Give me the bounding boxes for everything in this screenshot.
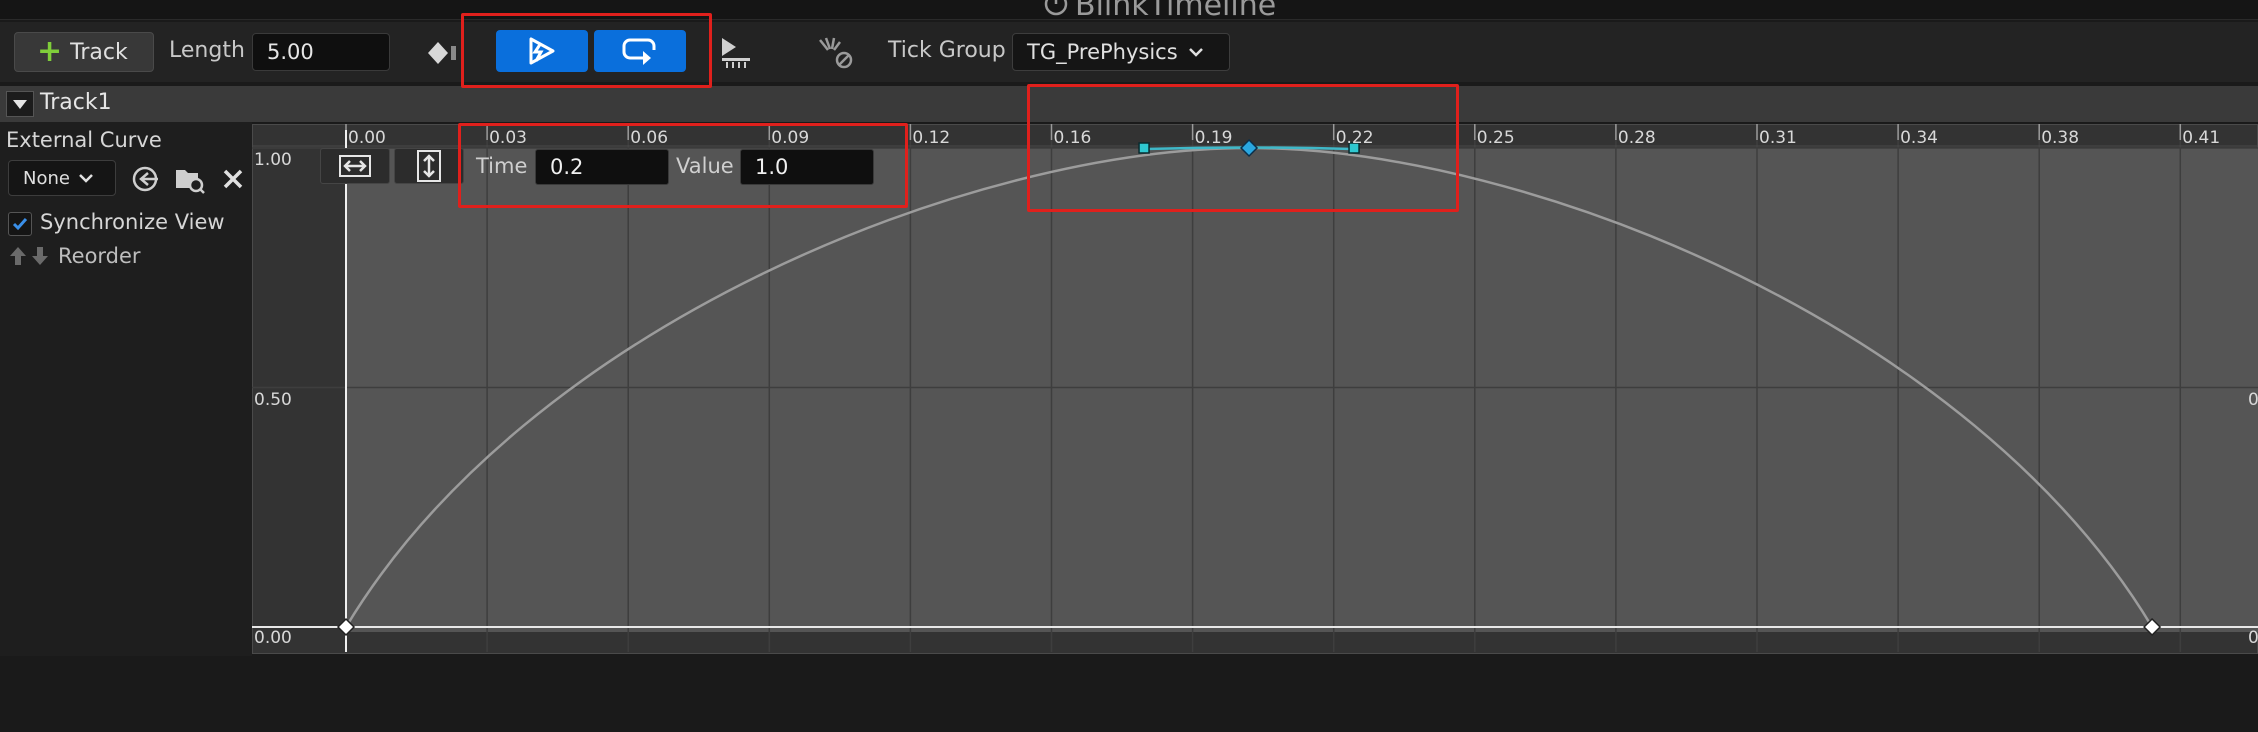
- empty-bottom-area: [0, 656, 2258, 732]
- key-time-label: Time: [476, 154, 528, 178]
- curve-key: [336, 617, 356, 637]
- x-tick-label: 0.28: [1617, 128, 1656, 148]
- right-y-label-bottom: 0: [2248, 628, 2258, 648]
- key-value-label: Value: [676, 154, 734, 178]
- curve-graph-canvas[interactable]: [0, 0, 2258, 732]
- x-tick-label: 0.12: [912, 128, 951, 148]
- x-tick-label: 0.03: [489, 128, 527, 148]
- zoom-to-fit-vertical-button[interactable]: [394, 148, 464, 184]
- x-tick-label: 0.19: [1194, 128, 1233, 148]
- x-tick-label: 0.22: [1335, 128, 1374, 148]
- key-value-input[interactable]: 1.0: [740, 149, 874, 185]
- x-tick-label: 0.34: [1900, 128, 1938, 148]
- x-tick-label: 0.41: [2182, 128, 2221, 148]
- curve-key: [2143, 617, 2162, 637]
- tangent-handle-left: [1138, 142, 1150, 154]
- x-tick-label: 0.25: [1476, 128, 1515, 148]
- x-tick-label: 0.00: [348, 128, 386, 148]
- fit-horizontal-icon: [339, 155, 371, 177]
- x-tick-label: 0.16: [1053, 128, 1092, 148]
- x-tick-label: 0.09: [771, 128, 810, 148]
- x-tick-label: 0.31: [1759, 128, 1797, 148]
- fit-vertical-icon: [417, 150, 441, 182]
- x-tick-label: 0.06: [630, 128, 669, 148]
- y-label-bottom: 0.00: [254, 628, 292, 648]
- zoom-to-fit-horizontal-button[interactable]: [320, 148, 390, 184]
- key-time-input[interactable]: 0.2: [535, 149, 669, 185]
- right-y-label-mid: 0: [2248, 390, 2258, 410]
- y-label-top: 1.00: [254, 150, 292, 170]
- y-label-mid: 0.50: [254, 390, 292, 410]
- selected-curve-key: [1239, 138, 1259, 158]
- x-tick-label: 0.38: [2041, 128, 2080, 148]
